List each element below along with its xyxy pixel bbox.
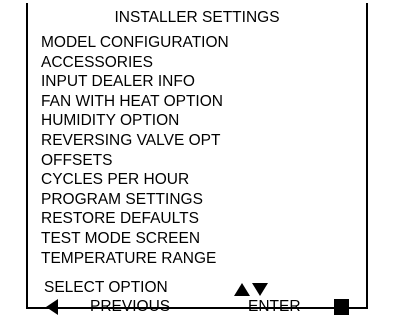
select-option-label: SELECT OPTION — [44, 279, 168, 296]
enter-button-label: ENTER — [248, 298, 301, 315]
menu-item-program-settings[interactable]: PROGRAM SETTINGS — [41, 190, 229, 210]
menu-item-restore-defaults[interactable]: RESTORE DEFAULTS — [41, 209, 229, 229]
menu-item-input-dealer-info[interactable]: INPUT DEALER INFO — [41, 72, 229, 92]
menu-item-offsets[interactable]: OFFSETS — [41, 151, 229, 171]
screen-title: INSTALLER SETTINGS — [114, 9, 280, 26]
menu-item-model-configuration[interactable]: MODEL CONFIGURATION — [41, 33, 229, 53]
menu-item-temperature-range[interactable]: TEMPERATURE RANGE — [41, 249, 229, 269]
triangle-down-icon[interactable] — [252, 283, 268, 297]
footer-button-row: PREVIOUS ENTER — [28, 298, 366, 316]
menu-item-accessories[interactable]: ACCESSORIES — [41, 53, 229, 73]
triangle-left-icon[interactable] — [46, 299, 58, 315]
installer-settings-menu: MODEL CONFIGURATION ACCESSORIES INPUT DE… — [41, 33, 229, 268]
menu-item-fan-with-heat-option[interactable]: FAN WITH HEAT OPTION — [41, 92, 229, 112]
previous-button-label: PREVIOUS — [90, 298, 171, 315]
thermostat-screen: INSTALLER SETTINGS MODEL CONFIGURATION A… — [26, 3, 368, 315]
menu-item-reversing-valve-opt[interactable]: REVERSING VALVE OPT — [41, 131, 229, 151]
menu-item-test-mode-screen[interactable]: TEST MODE SCREEN — [41, 229, 229, 249]
menu-item-cycles-per-hour[interactable]: CYCLES PER HOUR — [41, 170, 229, 190]
triangle-up-icon[interactable] — [234, 283, 250, 297]
square-icon[interactable] — [334, 299, 349, 315]
menu-item-humidity-option[interactable]: HUMIDITY OPTION — [41, 111, 229, 131]
scroll-arrows — [234, 281, 268, 299]
